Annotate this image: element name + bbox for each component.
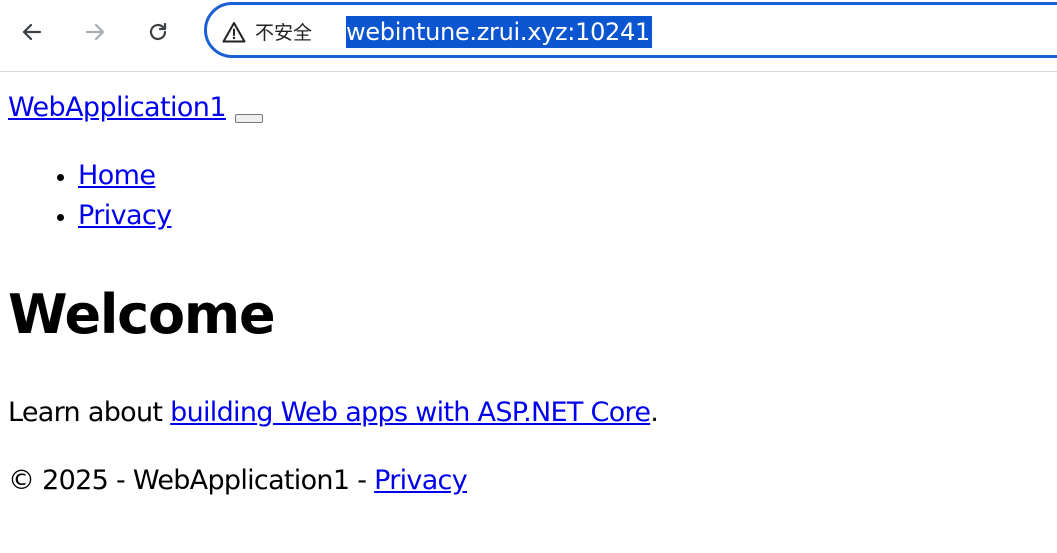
page-title: Welcome	[8, 283, 276, 346]
back-button[interactable]	[16, 16, 48, 48]
footer-copyright-text: © 2025 - WebApplication1 -	[8, 465, 375, 496]
aspnet-docs-link[interactable]: building Web apps with ASP.NET Core	[170, 397, 651, 428]
intro-prefix-text: Learn about	[8, 397, 171, 428]
navbar-toggler-button[interactable]	[235, 114, 263, 123]
forward-button[interactable]	[79, 16, 111, 48]
browser-toolbar: 不安全 webintune.zrui.xyz:10241	[0, 0, 1057, 72]
nav-link-privacy[interactable]: Privacy	[78, 200, 172, 231]
nav-list: Home Privacy	[0, 156, 172, 236]
page-body: WebApplication1 Home Privacy Welcome Lea…	[0, 72, 1057, 553]
forward-arrow-icon	[85, 23, 105, 41]
security-status-label[interactable]: 不安全	[255, 21, 312, 45]
reload-icon	[149, 22, 167, 41]
navbar-brand-link[interactable]: WebApplication1	[8, 90, 227, 126]
intro-paragraph: Learn about building Web apps with ASP.N…	[8, 392, 659, 434]
reload-button[interactable]	[142, 16, 174, 48]
url-text[interactable]: webintune.zrui.xyz:10241	[346, 16, 652, 48]
footer: © 2025 - WebApplication1 - Privacy	[8, 460, 468, 502]
warning-triangle-icon[interactable]	[222, 21, 246, 43]
back-arrow-icon	[22, 23, 42, 41]
nav-item-privacy: Privacy	[78, 196, 172, 236]
footer-privacy-link[interactable]: Privacy	[374, 465, 468, 496]
nav-link-home[interactable]: Home	[78, 160, 156, 191]
intro-suffix-text: .	[650, 397, 659, 428]
nav-item-home: Home	[78, 156, 172, 196]
